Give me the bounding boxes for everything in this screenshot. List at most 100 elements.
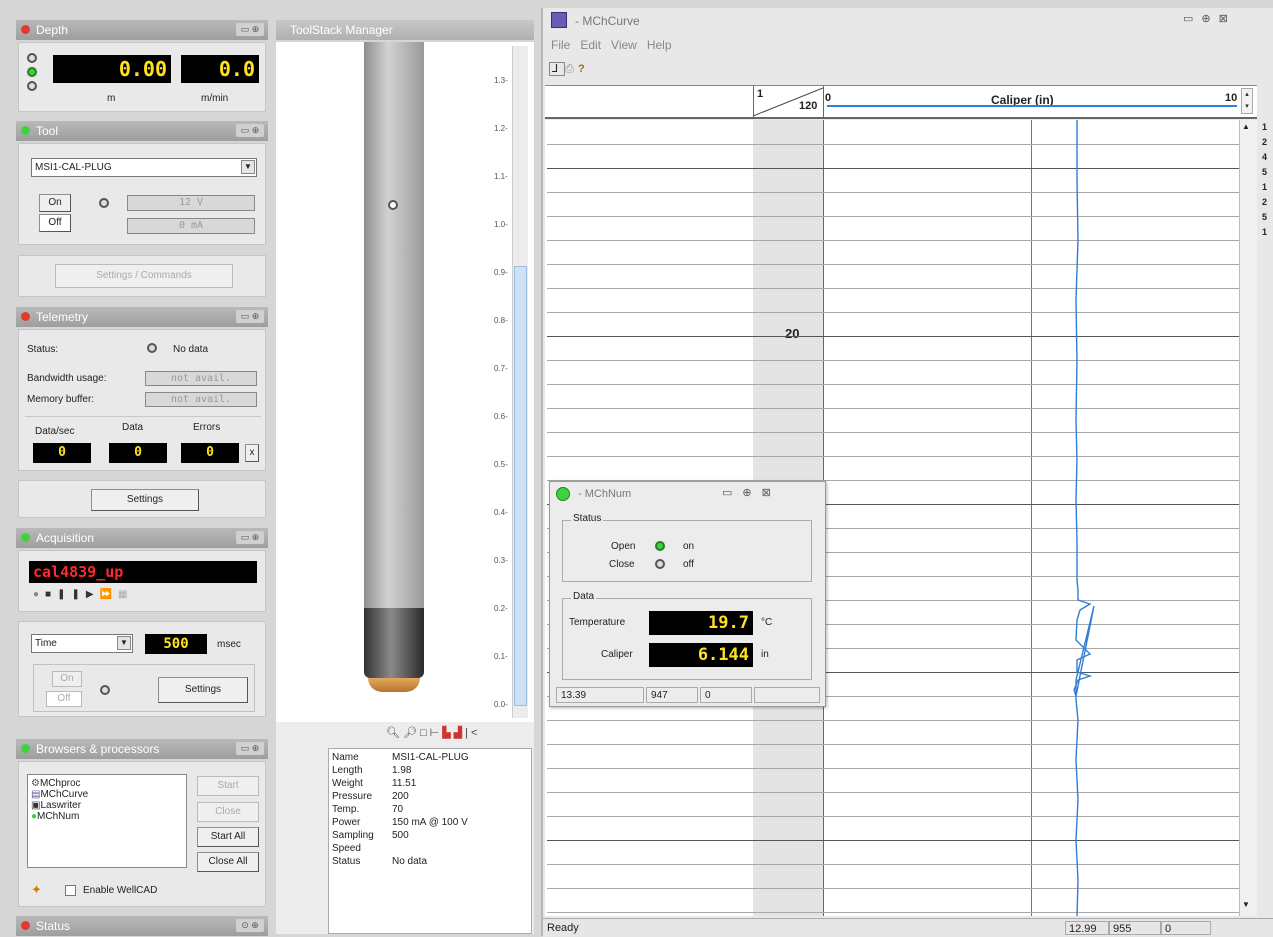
bandwidth-label: Bandwidth usage: <box>27 373 107 384</box>
scale-bottom: 120 <box>799 100 818 112</box>
list-item[interactable]: ▣Laswriter <box>31 800 183 811</box>
clear-errors-button[interactable]: x <box>245 444 259 462</box>
panel-controls-icon[interactable]: ⊙ ⊕ <box>236 919 264 932</box>
panel-controls-icon[interactable]: ▭ ⊕ <box>236 124 264 137</box>
bar-chart-2-icon[interactable]: ▟ <box>454 727 465 739</box>
help-icon[interactable]: ? <box>578 63 589 75</box>
mchcurve-title: - MChCurve <box>575 14 640 28</box>
mchcurve-titlebar[interactable]: - MChCurve ▭⊕⊠ <box>543 8 1273 36</box>
browsers-panel-header[interactable]: Browsers & processors ▭ ⊕ <box>16 739 268 759</box>
mchnum-window: - MChNum ▭⊕⊠ Status Open on Close off Da… <box>549 481 826 707</box>
depth-tick: 1.3- <box>494 76 508 85</box>
list-item[interactable]: ●MChNum <box>31 811 183 822</box>
memory-label: Memory buffer: <box>27 394 95 405</box>
window-controls: ▭⊕⊠ <box>1183 12 1263 25</box>
status-cell: 955 <box>1109 921 1161 935</box>
print-icon[interactable]: ⎙ <box>565 63 578 75</box>
toolstack-toolbar: 🔍︎🔎︎□⊢▙▟|< <box>386 726 480 739</box>
list-item[interactable]: ⚙MChproc <box>31 778 183 789</box>
depth-panel-header[interactable]: Depth ▭ ⊕ <box>16 20 268 40</box>
panel-controls-icon[interactable]: ▭ ⊕ <box>236 531 264 544</box>
open-value: on <box>683 541 695 552</box>
stop-icon[interactable]: ■ <box>45 589 57 600</box>
table-row: Name MSI1-CAL-PLUG <box>332 752 469 763</box>
toolstack-header[interactable]: ToolStack Manager <box>276 20 534 40</box>
panel-controls-icon[interactable]: ▭ ⊕ <box>236 23 264 36</box>
telemetry-status-value: No data <box>173 344 209 355</box>
scrollbar-thumb[interactable] <box>514 266 527 706</box>
tool-on-button[interactable]: On <box>39 194 71 212</box>
first-icon[interactable]: |< <box>465 727 480 739</box>
telemetry-panel: Status: No data Bandwidth usage: not ava… <box>18 329 266 471</box>
start-all-button[interactable]: Start All <box>197 827 259 847</box>
mchnum-data-group: Data Temperature 19.7 °C Caliper 6.144 i… <box>562 591 812 680</box>
telemetry-panel-header[interactable]: Telemetry ▭ ⊕ <box>16 307 268 327</box>
zoom-out-icon[interactable]: 🔎︎ <box>403 727 420 739</box>
menu-help[interactable]: Help <box>647 38 672 52</box>
fast-forward-icon[interactable]: ⏩ <box>100 589 118 600</box>
acquisition-panel-header[interactable]: Acquisition ▭ ⊕ <box>16 528 268 548</box>
menu-file[interactable]: File <box>551 38 570 52</box>
close-all-button[interactable]: Close All <box>197 852 259 872</box>
maximize-icon[interactable]: ⊕ <box>1201 13 1218 25</box>
scroll-down-icon[interactable]: ▼ <box>1242 900 1250 909</box>
play-icon[interactable]: ▶ <box>86 589 100 600</box>
panel-controls-icon[interactable]: ▭ ⊕ <box>236 310 264 323</box>
tool-panel-header[interactable]: Tool ▭ ⊕ <box>16 121 268 141</box>
speed-unit: m/min <box>201 93 229 104</box>
depth-indicator-3 <box>27 81 37 91</box>
tool-plug-image <box>364 608 424 678</box>
maximize-icon[interactable]: ⊕ <box>742 487 761 499</box>
list-item[interactable]: ▤MChCurve <box>31 789 183 800</box>
status-panel-header[interactable]: Status ⊙ ⊕ <box>16 916 268 936</box>
align-left-icon[interactable]: ⊢ <box>430 727 443 739</box>
zoom-in-icon[interactable]: 🔍︎ <box>386 727 403 739</box>
caliper-unit: in <box>761 649 769 660</box>
pause-icon[interactable]: ❚❚ <box>57 589 86 600</box>
telemetry-status-icon <box>21 312 30 321</box>
close-icon[interactable]: ⊠ <box>1219 13 1236 25</box>
menu-view[interactable]: View <box>611 38 637 52</box>
select-box-icon[interactable]: □ <box>420 727 430 739</box>
tool-select[interactable]: MSI1-CAL-PLUG ▼ <box>31 158 257 177</box>
tool-panel: MSI1-CAL-PLUG ▼ On Off 12 V 0 mA <box>18 143 266 245</box>
bar-chart-icon[interactable]: ▙ <box>442 727 453 739</box>
curve-scrollbar[interactable]: ▲ ▼ <box>1239 120 1257 916</box>
acquisition-off-button[interactable]: Off <box>46 691 82 707</box>
chevron-down-icon: ▼ <box>117 636 131 650</box>
interval-display: 500 <box>145 634 207 654</box>
enable-wellcad-checkbox[interactable] <box>65 885 76 896</box>
panel-controls-icon[interactable]: ▭ ⊕ <box>236 742 264 755</box>
settings-commands-button[interactable]: Settings / Commands <box>55 264 233 288</box>
mchnum-app-icon <box>556 487 570 501</box>
mchnum-titlebar[interactable]: - MChNum ▭⊕⊠ <box>550 482 825 508</box>
minimize-icon[interactable]: ▭ <box>1183 13 1201 25</box>
datasec-label: Data/sec <box>35 426 75 437</box>
telemetry-panel-title: Telemetry <box>36 310 89 324</box>
record-icon[interactable]: ● <box>33 589 45 600</box>
minimize-icon[interactable]: ▭ <box>722 487 742 499</box>
menu-edit[interactable]: Edit <box>580 38 601 52</box>
close-button[interactable]: Close <box>197 802 259 822</box>
depth-status-icon <box>21 25 30 34</box>
status-cell <box>754 687 820 703</box>
chart-tool-icon[interactable]: ⅃ <box>549 62 566 76</box>
scroll-up-icon[interactable]: ▲ <box>1242 122 1250 131</box>
close-icon[interactable]: ⊠ <box>762 487 781 499</box>
acquisition-settings-button[interactable]: Settings <box>158 677 248 703</box>
tool-power-indicator <box>99 198 109 208</box>
enable-wellcad-label: Enable WellCAD <box>83 885 158 896</box>
acquisition-mode-select[interactable]: Time ▼ <box>31 634 133 653</box>
status-cell: 12.99 <box>1065 921 1109 935</box>
telemetry-settings-button[interactable]: Settings <box>91 489 199 511</box>
data-group-label: Data <box>571 591 597 602</box>
acquisition-on-button[interactable]: On <box>52 671 82 687</box>
start-button[interactable]: Start <box>197 776 259 796</box>
depth-display: 0.00 <box>53 55 171 83</box>
toolstack-scrollbar[interactable] <box>512 46 528 718</box>
tool-off-button[interactable]: Off <box>39 214 71 232</box>
header-spinner[interactable]: ▴ ▾ <box>1241 88 1253 114</box>
memory-field: not avail. <box>145 392 257 407</box>
tool-panel-title: Tool <box>36 124 59 138</box>
grid-icon[interactable]: ▦ <box>118 589 133 600</box>
